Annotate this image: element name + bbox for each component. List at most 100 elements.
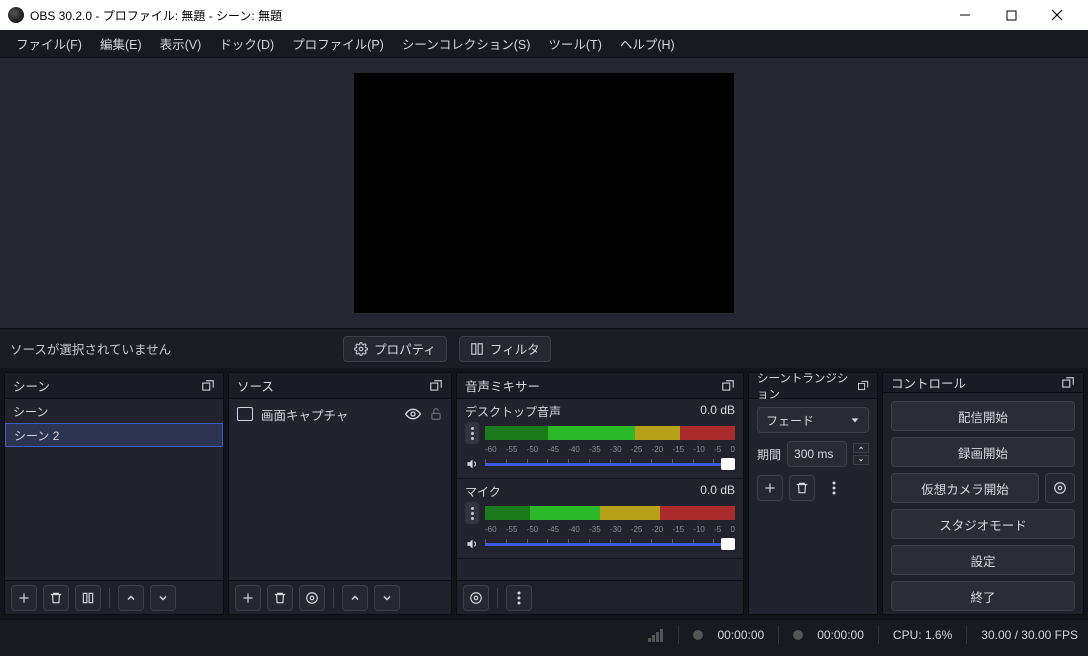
controls-body: 配信開始 録画開始 仮想カメラ開始 スタジオモード 設定 終了 — [883, 393, 1083, 619]
channel-menu-button[interactable] — [465, 502, 479, 524]
dock-transitions-header[interactable]: シーントランジション — [749, 373, 877, 399]
popout-icon[interactable] — [201, 379, 215, 393]
menu-docks[interactable]: ドック(D) — [211, 30, 282, 57]
exit-button[interactable]: 終了 — [891, 581, 1075, 611]
volume-slider[interactable] — [485, 536, 735, 552]
close-button[interactable] — [1034, 0, 1080, 30]
channel-menu-button[interactable] — [465, 422, 479, 444]
scene-item[interactable]: シーン 2 — [5, 423, 223, 447]
popout-icon[interactable] — [1061, 376, 1075, 390]
start-virtual-cam-button[interactable]: 仮想カメラ開始 — [891, 473, 1039, 503]
settings-button[interactable]: 設定 — [891, 545, 1075, 575]
dock-mixer-title: 音声ミキサー — [465, 376, 540, 395]
chevron-down-icon — [850, 415, 860, 425]
filters-button[interactable]: フィルタ — [459, 336, 551, 362]
docks-row: シーン シーン シーン 2 ソース 画面キャプチャ — [0, 368, 1088, 619]
add-scene-button[interactable] — [11, 585, 37, 611]
move-source-down-button[interactable] — [374, 585, 400, 611]
dock-transitions: シーントランジション フェード 期間 300 ms — [748, 372, 878, 615]
mixer-menu-button[interactable] — [506, 585, 532, 611]
network-icon — [648, 628, 664, 642]
vcam-label: 仮想カメラ開始 — [921, 479, 1009, 498]
remove-transition-button[interactable] — [789, 475, 815, 501]
window-title: OBS 30.2.0 - プロファイル: 無題 - シーン: 無題 — [30, 7, 282, 24]
duration-row: 期間 300 ms — [757, 441, 869, 467]
duration-value: 300 ms — [794, 447, 833, 461]
dock-scenes-title: シーン — [13, 376, 50, 395]
meter-ticks: -60-55-50-45-40-35-30-25-20-15-10-50 — [485, 445, 735, 454]
source-item-label: 画面キャプチャ — [261, 405, 348, 424]
eye-icon[interactable] — [405, 406, 421, 422]
move-scene-down-button[interactable] — [150, 585, 176, 611]
duration-input[interactable]: 300 ms — [787, 441, 847, 467]
preview-area — [0, 58, 1088, 328]
minimize-button[interactable] — [942, 0, 988, 30]
start-recording-button[interactable]: 録画開始 — [891, 437, 1075, 467]
spinner-up-icon[interactable] — [853, 443, 869, 453]
divider — [678, 626, 679, 644]
popout-icon[interactable] — [429, 379, 443, 393]
source-item[interactable]: 画面キャプチャ — [229, 399, 451, 429]
dock-audio-mixer: 音声ミキサー デスクトップ音声 0.0 dB -60-55-50-45-40-3… — [456, 372, 744, 615]
rec-time: 00:00:00 — [817, 628, 864, 642]
filters-button-label: フィルタ — [490, 339, 540, 358]
audio-meter — [485, 426, 735, 440]
move-scene-up-button[interactable] — [118, 585, 144, 611]
sources-footer — [229, 580, 451, 614]
popout-icon[interactable] — [857, 379, 869, 393]
source-properties-button[interactable] — [299, 585, 325, 611]
duration-spinner[interactable] — [853, 443, 869, 465]
mixer-body: デスクトップ音声 0.0 dB -60-55-50-45-40-35-30-25… — [457, 399, 743, 580]
add-source-button[interactable] — [235, 585, 261, 611]
mixer-footer — [457, 580, 743, 614]
divider — [778, 626, 779, 644]
add-transition-button[interactable] — [757, 475, 783, 501]
transition-selected: フェード — [766, 412, 814, 429]
speaker-icon[interactable] — [465, 457, 479, 471]
preview-canvas[interactable] — [354, 73, 734, 313]
maximize-button[interactable] — [988, 0, 1034, 30]
remove-scene-button[interactable] — [43, 585, 69, 611]
menu-profile[interactable]: プロファイル(P) — [284, 30, 392, 57]
spinner-down-icon[interactable] — [853, 455, 869, 465]
live-indicator-icon — [693, 630, 703, 640]
channel-level: 0.0 dB — [700, 403, 735, 420]
transitions-body: フェード 期間 300 ms — [749, 399, 877, 614]
dock-mixer-header[interactable]: 音声ミキサー — [457, 373, 743, 399]
studio-mode-button[interactable]: スタジオモード — [891, 509, 1075, 539]
dock-controls-header[interactable]: コントロール — [883, 373, 1083, 393]
menu-view[interactable]: 表示(V) — [152, 30, 210, 57]
menu-help[interactable]: ヘルプ(H) — [612, 30, 683, 57]
rec-indicator-icon — [793, 630, 803, 640]
dock-sources-header[interactable]: ソース — [229, 373, 451, 399]
popout-icon[interactable] — [721, 379, 735, 393]
scene-item-label: シーン 2 — [14, 427, 59, 444]
live-time: 00:00:00 — [717, 628, 764, 642]
menu-file[interactable]: ファイル(F) — [8, 30, 90, 57]
scene-filters-button[interactable] — [75, 585, 101, 611]
advanced-audio-button[interactable] — [463, 585, 489, 611]
speaker-icon[interactable] — [465, 537, 479, 551]
transition-properties-button[interactable] — [821, 475, 847, 501]
menu-edit[interactable]: 編集(E) — [92, 30, 150, 57]
move-source-up-button[interactable] — [342, 585, 368, 611]
start-streaming-button[interactable]: 配信開始 — [891, 401, 1075, 431]
properties-button[interactable]: プロパティ — [343, 336, 447, 362]
menu-tools[interactable]: ツール(T) — [540, 30, 609, 57]
menu-scene-collection[interactable]: シーンコレクション(S) — [394, 30, 539, 57]
dock-scenes-header[interactable]: シーン — [5, 373, 223, 399]
scene-item[interactable]: シーン — [5, 399, 223, 423]
duration-label: 期間 — [757, 446, 781, 463]
scene-item-label: シーン — [13, 403, 48, 420]
mixer-channel-mic: マイク 0.0 dB -60-55-50-45-40-35-30-25-20-1… — [457, 479, 743, 559]
transition-select[interactable]: フェード — [757, 407, 869, 433]
volume-slider[interactable] — [485, 456, 735, 472]
remove-source-button[interactable] — [267, 585, 293, 611]
scene-list: シーン シーン 2 — [5, 399, 223, 580]
start-streaming-label: 配信開始 — [958, 407, 1008, 426]
lock-icon[interactable] — [429, 407, 443, 421]
virtual-cam-settings-button[interactable] — [1045, 473, 1075, 503]
dock-sources-title: ソース — [237, 376, 274, 395]
channel-name: マイク — [465, 483, 501, 500]
dock-transitions-title: シーントランジション — [757, 370, 857, 402]
